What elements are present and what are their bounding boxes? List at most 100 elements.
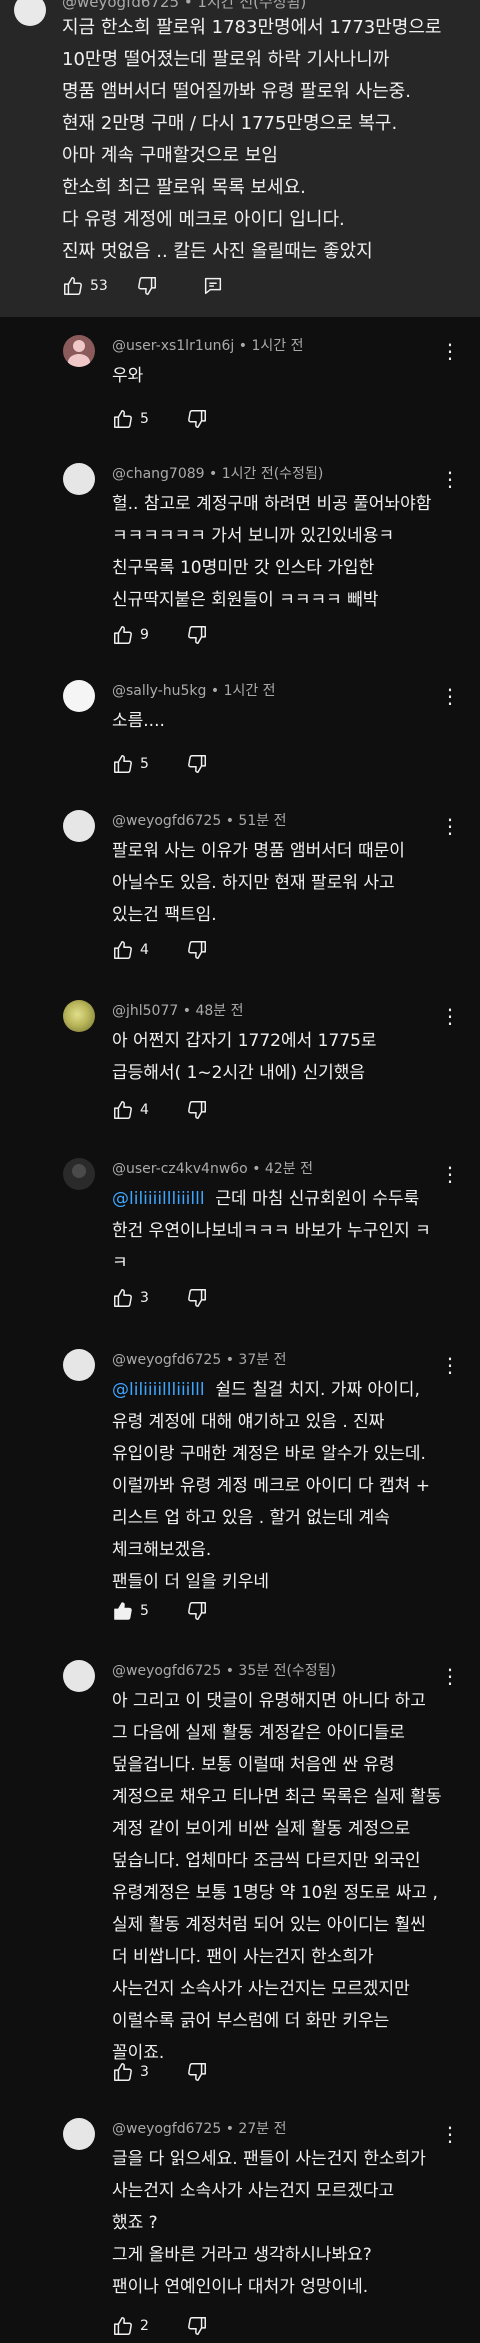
comment-line: 팬이나 연예인이나 대처가 엉망이네.	[112, 2277, 369, 2297]
comment-author[interactable]: @weyogfd6725	[112, 1352, 221, 1368]
avatar[interactable]	[14, 0, 46, 26]
comment-line: 있는건 팩트임.	[112, 905, 217, 925]
thumbs-down-icon[interactable]	[186, 753, 208, 775]
comment-time: 1시간 전	[251, 338, 304, 354]
comment-line: 신규딱지붙은 회원들이 ㅋㅋㅋㅋ 빼박	[112, 590, 379, 610]
comment-line: 이럴수록 긁어 부스럼에 더 화만 키우는	[112, 2011, 390, 2031]
comment-text: 우와	[112, 360, 442, 392]
comment-time: 51분 전	[238, 813, 287, 829]
comment-text: 글을 다 읽으세요. 팬들이 사는건지 한소희가 사는건지 소속사가 사는건지 …	[112, 2143, 442, 2303]
comment-text: @liliiiillliiilll 쉴드 칠걸 치지. 가짜 아이디, 유령 계…	[112, 1374, 442, 1598]
comment-text: 소름....	[112, 705, 442, 737]
comment-actions: 5	[112, 1595, 208, 1627]
reply-comment: @weyogfd6725 • 27분 전 ⋮ 글을 다 읽으세요. 팬들이 사는…	[0, 2118, 480, 2343]
like-count: 3	[140, 1290, 149, 1306]
avatar[interactable]	[63, 810, 95, 842]
comment-text: 헐.. 참고로 계정구매 하려면 비공 풀어놔야함 ㅋㅋㅋㅋㅋㅋ 가서 보니까 …	[112, 488, 442, 616]
thumbs-down-icon[interactable]	[186, 1287, 208, 1309]
reply-comment: @user-cz4kv4nw6o • 42분 전 ⋮ @liliiiilllii…	[0, 1158, 480, 1318]
thumbs-down-icon[interactable]	[186, 624, 208, 646]
comment-time: 42분 전	[264, 1161, 313, 1177]
thumbs-up-icon[interactable]	[62, 275, 84, 297]
thumbs-up-icon[interactable]	[112, 753, 134, 775]
comment-author-meta: @weyogfd6725 • 37분 전	[112, 1352, 287, 1368]
comment-text: 아 그리고 이 댓글이 유명해지면 아니다 하고 그 다음에 실제 활동 계정같…	[112, 1685, 442, 2069]
comment-line: 그 다음에 실제 활동 계정같은 아이디들로	[112, 1723, 405, 1743]
comment-line: 덮을겁니다. 보통 이럴때 처음엔 싼 유령	[112, 1755, 395, 1775]
comment-line: 계정으로 채우고 티나면 최근 목록은 실제 활동	[112, 1787, 442, 1807]
avatar[interactable]	[63, 680, 95, 712]
thumbs-up-icon[interactable]	[112, 1287, 134, 1309]
comment-author[interactable]: @weyogfd6725	[112, 1663, 221, 1679]
thumbs-up-icon[interactable]	[112, 624, 134, 646]
comment-line: 아마 계속 구매할것으로 보임	[62, 145, 278, 166]
comment-author[interactable]: @user-cz4kv4nw6o	[112, 1161, 248, 1177]
thumbs-up-icon[interactable]	[112, 2315, 134, 2337]
reply-comment: @weyogfd6725 • 35분 전(수정됨) ⋮ 아 그리고 이 댓글이 …	[0, 1660, 480, 2085]
comment-line: 유령계정은 보통 1명당 약 10원 정도로 싸고 ,	[112, 1883, 438, 1903]
comment-author[interactable]: @weyogfd6725	[112, 2121, 221, 2137]
mention-link[interactable]: @liliiiillliiilll	[112, 1380, 205, 1400]
thumbs-down-icon[interactable]	[186, 2061, 208, 2083]
comment-author[interactable]: @sally-hu5kg	[112, 683, 206, 699]
comment-line: 현재 2만명 구매 / 다시 1775만명으로 복구.	[62, 113, 398, 134]
thumbs-up-icon[interactable]	[112, 1099, 134, 1121]
comment-line: 그게 올바른 거라고 생각하시나봐요?	[112, 2245, 372, 2265]
comment-line: 다 유령 계정에 메크로 아이디 입니다.	[62, 209, 345, 230]
comment-line-text: 근데 마침 신규회원이 수두룩	[204, 1189, 420, 1209]
thumbs-down-icon[interactable]	[186, 1600, 208, 1622]
comment-line-text: 쉴드 칠걸 치지. 가짜 아이디,	[204, 1380, 420, 1400]
comment-line: 유입이랑 구매한 계정은 바로 알수가 있는데.	[112, 1444, 426, 1464]
comment-author[interactable]: @chang7089	[112, 466, 205, 482]
avatar[interactable]	[63, 2118, 95, 2150]
comment-text: @liliiiillliiilll 근데 마침 신규회원이 수두룩 한건 우연이…	[112, 1183, 442, 1279]
thumbs-down-icon[interactable]	[186, 408, 208, 430]
comment-line: 지금 한소희 팔로워 1783만명에서 1773만명으로	[62, 17, 442, 38]
comment-actions: 9	[112, 619, 208, 651]
comment-author-meta: @weyogfd6725 • 35분 전(수정됨)	[112, 1663, 337, 1679]
comment-author[interactable]: @user-xs1lr1un6j	[112, 338, 234, 354]
comment-text: 팔로워 사는 이유가 명품 앰버서더 때문이 아닐수도 있음. 하지만 현재 팔…	[112, 835, 442, 931]
thumbs-up-icon[interactable]	[112, 939, 134, 961]
reply-icon[interactable]	[202, 275, 224, 297]
thumbs-down-icon[interactable]	[186, 1099, 208, 1121]
like-count: 2	[140, 2318, 149, 2334]
highlighted-comment: @weyogfd6725 • 1시간 전(수정됨) 지금 한소희 팔로워 178…	[0, 0, 480, 317]
avatar[interactable]	[63, 463, 95, 495]
mention-link[interactable]: @liliiiillliiilll	[112, 1189, 205, 1209]
avatar[interactable]	[63, 1349, 95, 1381]
comment-author[interactable]: @jhl5077	[112, 1003, 178, 1019]
comment-actions: 3	[112, 2056, 208, 2088]
reply-comment: @user-xs1lr1un6j • 1시간 전 ⋮ 우와 5	[0, 335, 480, 435]
comment-line: @liliiiillliiilll 근데 마침 신규회원이 수두룩	[112, 1183, 442, 1215]
comment-line: 했죠 ?	[112, 2213, 158, 2233]
avatar[interactable]	[63, 1000, 95, 1032]
thumbs-down-icon[interactable]	[136, 275, 158, 297]
comment-author-meta: @chang7089 • 1시간 전(수정됨)	[112, 466, 324, 482]
thumbs-up-icon[interactable]	[112, 2061, 134, 2083]
reply-comment: @weyogfd6725 • 37분 전 ⋮ @liliiiillliiilll…	[0, 1349, 480, 1620]
comment-line: 글을 다 읽으세요. 팬들이 사는건지 한소희가	[112, 2149, 426, 2169]
avatar[interactable]	[63, 1660, 95, 1692]
thumbs-down-icon[interactable]	[186, 2315, 208, 2337]
reply-comment: @weyogfd6725 • 51분 전 ⋮ 팔로워 사는 이유가 명품 앰버서…	[0, 810, 480, 970]
comment-time: 1시간 전	[223, 683, 276, 699]
comment-author[interactable]: @weyogfd6725	[112, 813, 221, 829]
comment-author-meta[interactable]: @weyogfd6725 • 1시간 전(수정됨)	[62, 0, 306, 12]
comment-line: 아 그리고 이 댓글이 유명해지면 아니다 하고	[112, 1691, 426, 1711]
like-count: 4	[140, 1102, 149, 1118]
comment-actions: 5	[112, 403, 208, 435]
comment-line: 유령 계정에 대해 얘기하고 있음 . 진짜	[112, 1412, 385, 1432]
comment-time: 37분 전	[238, 1352, 287, 1368]
avatar[interactable]	[63, 1158, 95, 1190]
like-count: 5	[140, 411, 149, 427]
comment-line: @liliiiillliiilll 쉴드 칠걸 치지. 가짜 아이디,	[112, 1374, 442, 1406]
comment-line: 한건 우연이나보네ㅋㅋㅋ 바보가 누구인지 ㅋ	[112, 1221, 431, 1241]
thumbs-up-icon[interactable]	[112, 408, 134, 430]
comment-line: 사는건지 소속사가 사는건지 모르겠다고	[112, 2181, 395, 2201]
comment-line: 10만명 떨어졌는데 팔로워 하락 기사나니까	[62, 49, 390, 70]
thumbs-up-filled-icon[interactable]	[112, 1600, 134, 1622]
comment-time: 48분 전	[195, 1003, 244, 1019]
avatar[interactable]	[63, 335, 95, 367]
thumbs-down-icon[interactable]	[186, 939, 208, 961]
